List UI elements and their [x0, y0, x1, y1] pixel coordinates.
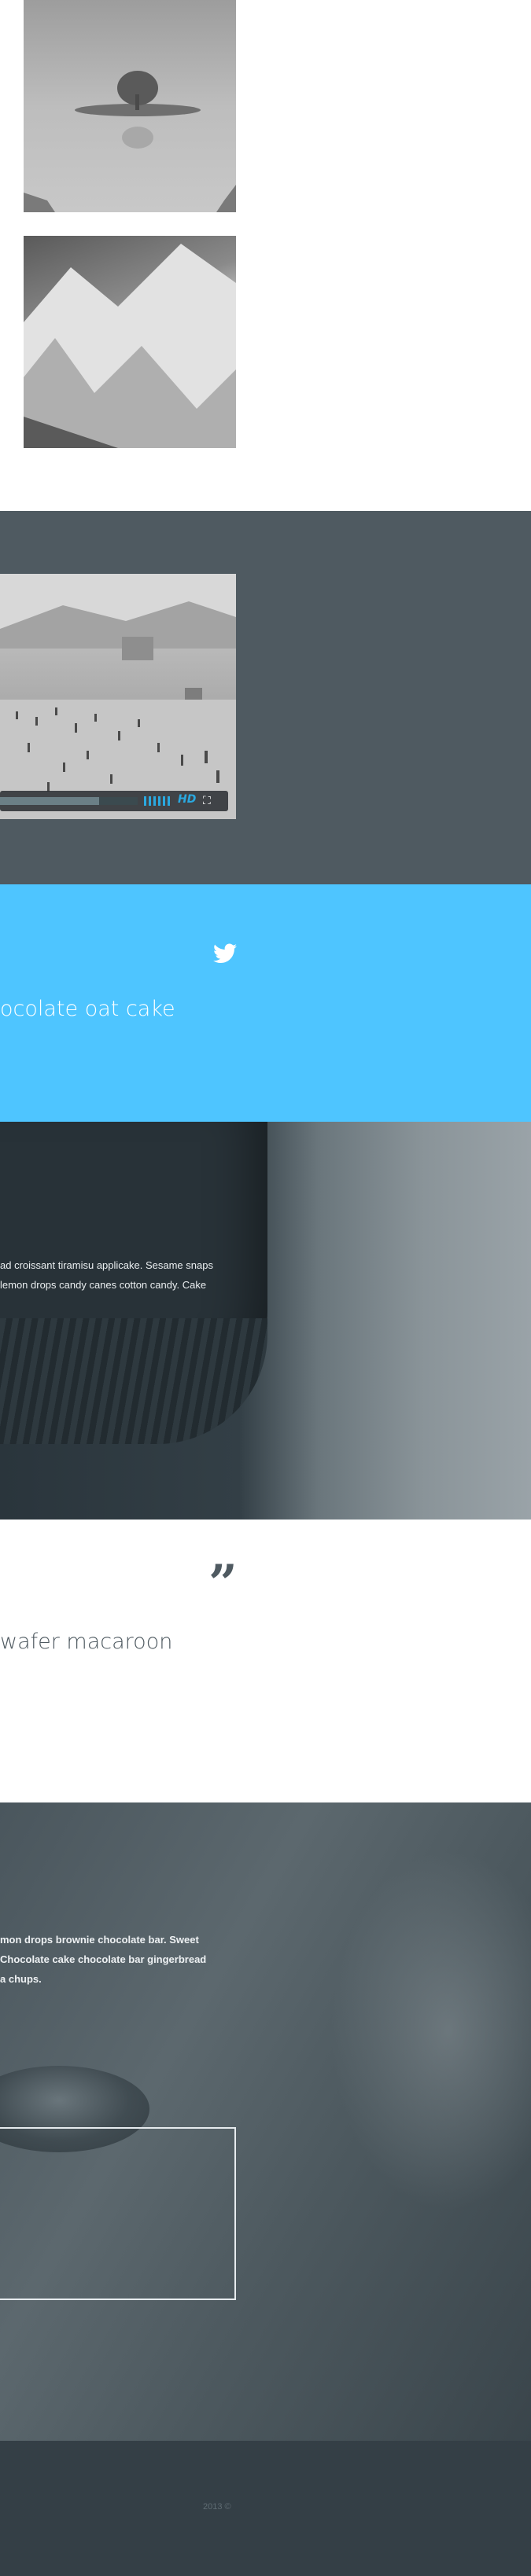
background-glow — [330, 1850, 531, 2211]
outlined-frame — [0, 2127, 236, 2300]
video-progress-fill — [0, 797, 99, 805]
footer: 2013 © — [0, 2441, 531, 2576]
snowy-mountain-photo[interactable] — [24, 236, 236, 448]
fullscreen-icon[interactable]: ⛶ — [203, 795, 211, 807]
quote-section: ” wafer macaroon — [0, 1520, 531, 1802]
mountain-illustration — [24, 244, 236, 448]
beach-video-player[interactable]: HD ⛶ — [0, 574, 236, 819]
footer-copyright: 2013 © — [203, 2502, 231, 2512]
video-section: HD ⛶ — [0, 511, 531, 884]
video-progress-bar[interactable] — [0, 797, 138, 805]
beach-scene-illustration — [0, 574, 236, 819]
hd-toggle-button[interactable]: HD — [178, 793, 196, 806]
sweater-image-section: ad croissant tiramisu applicake. Sesame … — [0, 1122, 531, 1520]
lake-island-illustration — [24, 71, 236, 212]
tweet-text: ocolate oat cake — [0, 997, 175, 1021]
sweater-paragraph: ad croissant tiramisu applicake. Sesame … — [0, 1259, 213, 1291]
lake-island-photo[interactable] — [24, 0, 236, 212]
video-controls: HD ⛶ — [0, 791, 228, 811]
quote-text: wafer macaroon — [0, 1630, 173, 1654]
twitter-section: ocolate oat cake — [0, 884, 531, 1122]
volume-bars-icon[interactable] — [144, 796, 172, 806]
coffee-paragraph: mon drops brownie chocolate bar. Sweet C… — [0, 1934, 207, 1985]
quote-mark-icon: ” — [208, 1554, 238, 1613]
coffee-image-section: mon drops brownie chocolate bar. Sweet C… — [0, 1802, 531, 2441]
sweater-knit-illustration — [0, 1318, 267, 1444]
twitter-bird-icon[interactable] — [213, 943, 237, 964]
